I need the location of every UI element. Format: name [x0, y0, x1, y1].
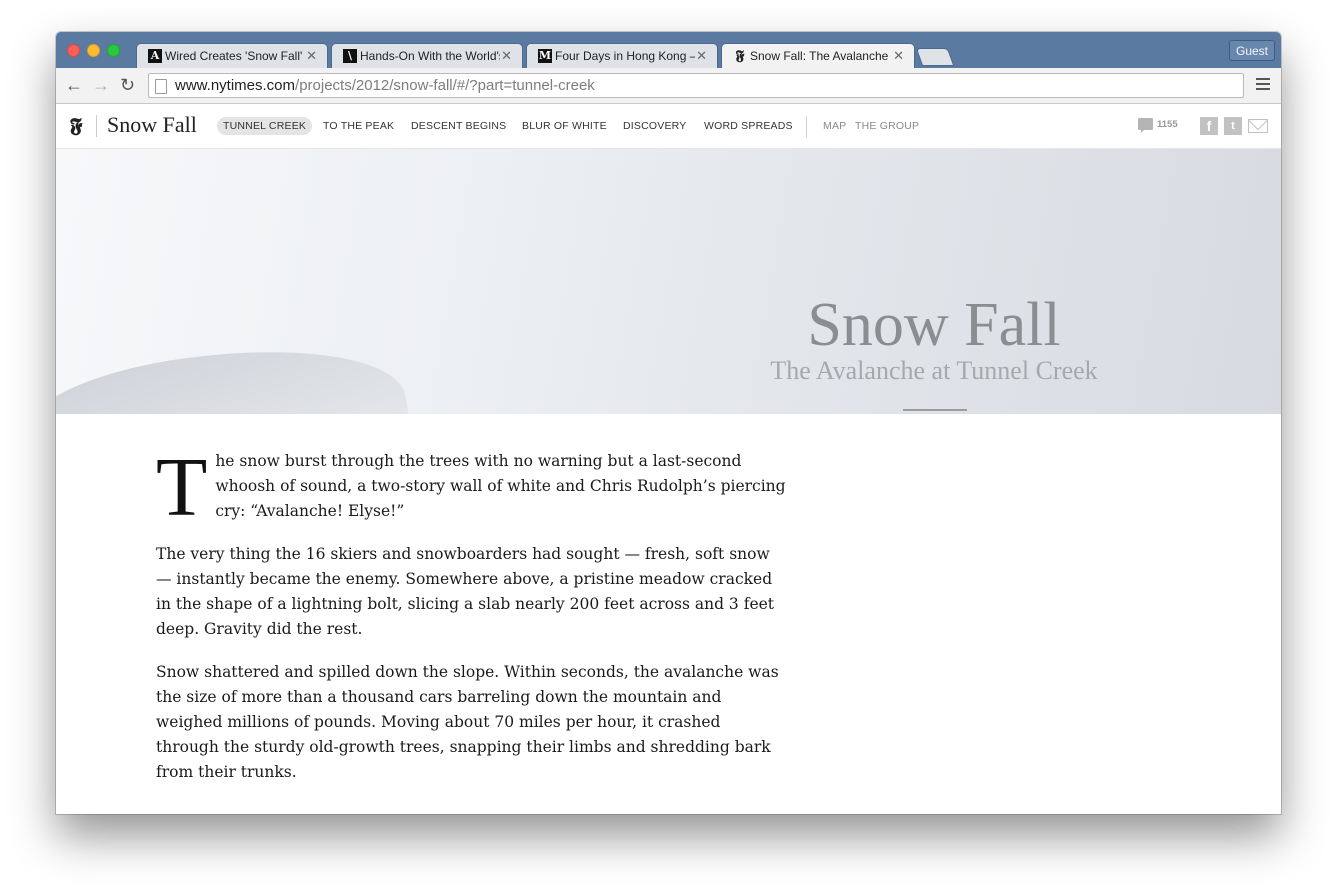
nav-map[interactable]: MAP	[823, 119, 846, 133]
tab-title: Hands-On With the World's	[360, 49, 500, 63]
forward-arrow-icon[interactable]: →	[92, 76, 110, 94]
nav-tunnel-creek[interactable]: TUNNEL CREEK	[217, 117, 313, 135]
minimize-window-button[interactable]	[87, 44, 100, 57]
article-body: The snow burst through the trees with no…	[156, 441, 786, 803]
nyt-favicon-icon: 𝕱	[735, 48, 745, 64]
close-window-button[interactable]	[67, 44, 80, 57]
title-bar: A Wired Creates 'Snow Fall' c ✕ \ Hands-…	[56, 32, 1281, 68]
back-arrow-icon[interactable]: ←	[65, 76, 83, 94]
nav-blur-of-white[interactable]: BLUR OF WHITE	[522, 119, 607, 133]
url-host: www.nytimes.com	[175, 77, 296, 94]
nav-the-group[interactable]: THE GROUP	[855, 119, 919, 133]
wired-favicon-icon: A	[148, 49, 162, 63]
site-navigation: 𝕱 Snow Fall TUNNEL CREEK TO THE PEAK DES…	[56, 104, 1281, 149]
tab-close-icon[interactable]: ✕	[501, 48, 512, 63]
facebook-icon[interactable]: f	[1200, 117, 1218, 135]
tab-hands-on[interactable]: \ Hands-On With the World's ✕	[331, 43, 523, 68]
article-paragraph: The very thing the 16 skiers and snowboa…	[156, 545, 775, 638]
browser-window: A Wired Creates 'Snow Fall' c ✕ \ Hands-…	[56, 32, 1281, 814]
nav-descent-begins[interactable]: DESCENT BEGINS	[411, 119, 506, 133]
tab-title: Snow Fall: The Avalanche a	[750, 49, 890, 63]
page-icon	[155, 79, 167, 94]
verge-favicon-icon: \	[343, 49, 357, 63]
new-tab-button[interactable]	[915, 48, 955, 66]
paragraph-text: he snow burst through the trees with no …	[215, 452, 786, 520]
drop-cap: T	[156, 441, 208, 534]
url-text: www.nytimes.com/projects/2012/snow-fall/…	[175, 78, 595, 94]
twitter-icon[interactable]: t	[1224, 117, 1242, 135]
tab-hong-kong[interactable]: M Four Days in Hong Kong – ✕	[526, 43, 718, 68]
url-path: /projects/2012/snow-fall/#/?part=tunnel-…	[295, 77, 595, 94]
tab-snow-fall[interactable]: 𝕱 Snow Fall: The Avalanche a ✕	[721, 43, 915, 68]
nyt-logo-icon[interactable]: 𝕱	[70, 114, 82, 136]
browser-toolbar: ← → ↻ www.nytimes.com/projects/2012/snow…	[56, 68, 1281, 104]
hamburger-menu-icon[interactable]	[1256, 78, 1270, 90]
guest-profile-button[interactable]: Guest	[1229, 40, 1275, 61]
tab-title: Wired Creates 'Snow Fall' c	[165, 49, 305, 63]
address-bar[interactable]: www.nytimes.com/projects/2012/snow-fall/…	[148, 73, 1244, 98]
medium-favicon-icon: M	[538, 49, 552, 63]
comment-count[interactable]: 1155	[1157, 119, 1178, 131]
nav-to-the-peak[interactable]: TO THE PEAK	[323, 119, 394, 133]
nav-discovery[interactable]: DISCOVERY	[623, 119, 686, 133]
tab-close-icon[interactable]: ✕	[696, 48, 707, 63]
snow-slope-graphic	[56, 325, 414, 414]
tab-close-icon[interactable]: ✕	[306, 48, 317, 63]
reload-icon[interactable]: ↻	[120, 76, 135, 94]
hero-banner: Snow Fall The Avalanche at Tunnel Creek	[56, 149, 1281, 414]
email-icon[interactable]	[1248, 119, 1268, 133]
hero-subtitle: The Avalanche at Tunnel Creek	[770, 356, 1098, 385]
nav-divider	[806, 116, 807, 138]
article-paragraph: The snow burst through the trees with no…	[156, 441, 786, 534]
hero-title: Snow Fall	[807, 291, 1061, 359]
tab-wired[interactable]: A Wired Creates 'Snow Fall' c ✕	[136, 43, 328, 68]
page-content: 𝕱 Snow Fall TUNNEL CREEK TO THE PEAK DES…	[56, 104, 1281, 814]
article-paragraph: Snow shattered and spilled down the slop…	[156, 663, 779, 781]
comment-icon[interactable]	[1138, 118, 1153, 133]
logo-divider	[96, 115, 97, 137]
brand-title[interactable]: Snow Fall	[107, 113, 197, 137]
tab-close-icon[interactable]: ✕	[893, 48, 904, 63]
zoom-window-button[interactable]	[107, 44, 120, 57]
hero-rule	[903, 409, 967, 411]
tab-title: Four Days in Hong Kong –	[555, 49, 695, 63]
nav-word-spreads[interactable]: WORD SPREADS	[704, 119, 793, 133]
